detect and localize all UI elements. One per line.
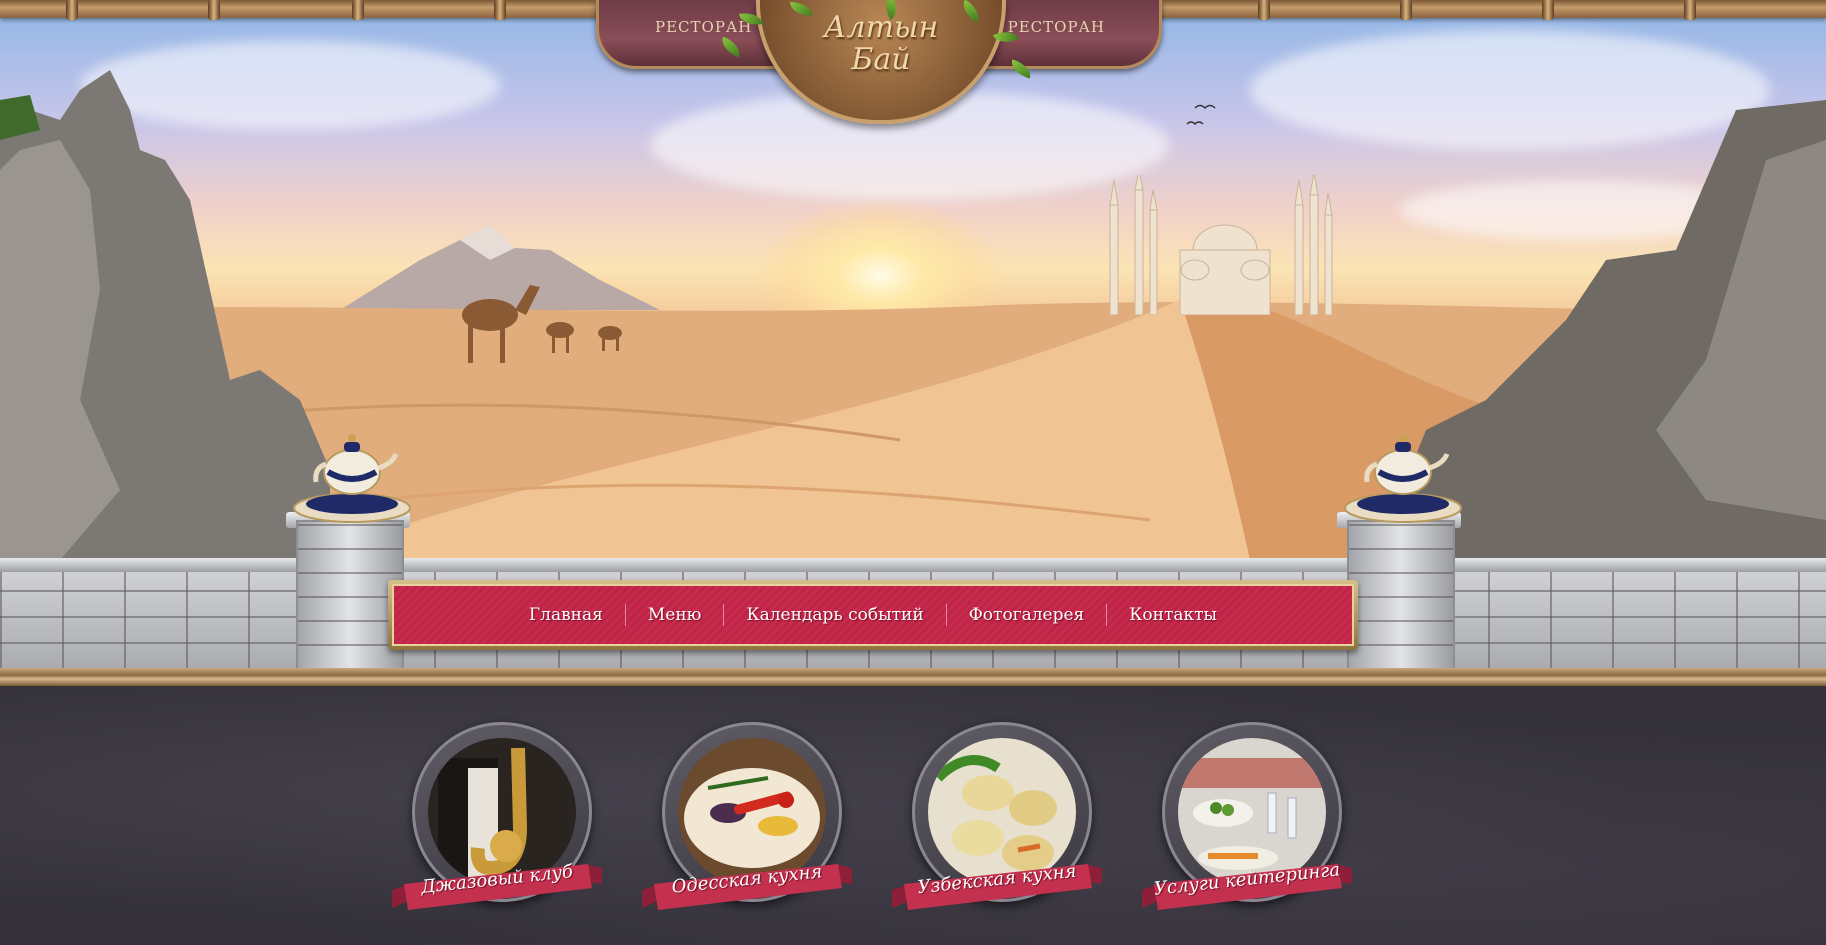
rope-ring	[1684, 0, 1696, 20]
logo-line-1: Алтын	[823, 10, 939, 45]
rope-ring	[1258, 0, 1270, 20]
logo-label-right: РЕСТОРАН	[1007, 18, 1105, 36]
mosque	[1109, 175, 1333, 315]
rope-ring	[352, 0, 364, 20]
teapot-icon	[1344, 434, 1462, 523]
nav-item-home[interactable]: Главная	[507, 605, 625, 625]
feature-jazz-club[interactable]: Джазовый клуб	[392, 722, 602, 942]
nav-item-gallery[interactable]: Фотогалерея	[947, 605, 1107, 625]
feature-catering[interactable]: Услуги кейтеринга	[1142, 722, 1352, 942]
wall-top-ledge	[0, 558, 1826, 572]
teapot-icon	[293, 434, 411, 523]
rope-ring	[494, 0, 506, 20]
nav-bar: Главная Меню Календарь событий Фотогалер…	[392, 584, 1354, 646]
logo-line-2: Бай	[851, 42, 911, 77]
feature-odessa-cuisine[interactable]: Одесская кухня	[642, 722, 852, 942]
birds	[1186, 104, 1216, 126]
nav-item-events[interactable]: Календарь событий	[724, 605, 945, 625]
stone-pillar-right	[1347, 520, 1455, 672]
right-rock-cliff	[1406, 100, 1826, 560]
rope-ring	[66, 0, 78, 20]
camels	[462, 285, 622, 363]
logo-text: Алтын Бай	[760, 12, 1002, 76]
nav-item-menu[interactable]: Меню	[626, 605, 724, 625]
main-navigation: Главная Меню Календарь событий Фотогалер…	[388, 580, 1358, 650]
wooden-trim	[0, 668, 1826, 686]
nav-item-contacts[interactable]: Контакты	[1107, 605, 1239, 625]
rope-ring	[208, 0, 220, 20]
rope-ring	[1400, 0, 1412, 20]
left-rock-cliff	[0, 70, 330, 560]
feature-uzbek-cuisine[interactable]: Узбекская кухня	[892, 722, 1102, 942]
logo-label-left: РЕСТОРАН	[655, 18, 753, 36]
rope-ring	[1542, 0, 1554, 20]
